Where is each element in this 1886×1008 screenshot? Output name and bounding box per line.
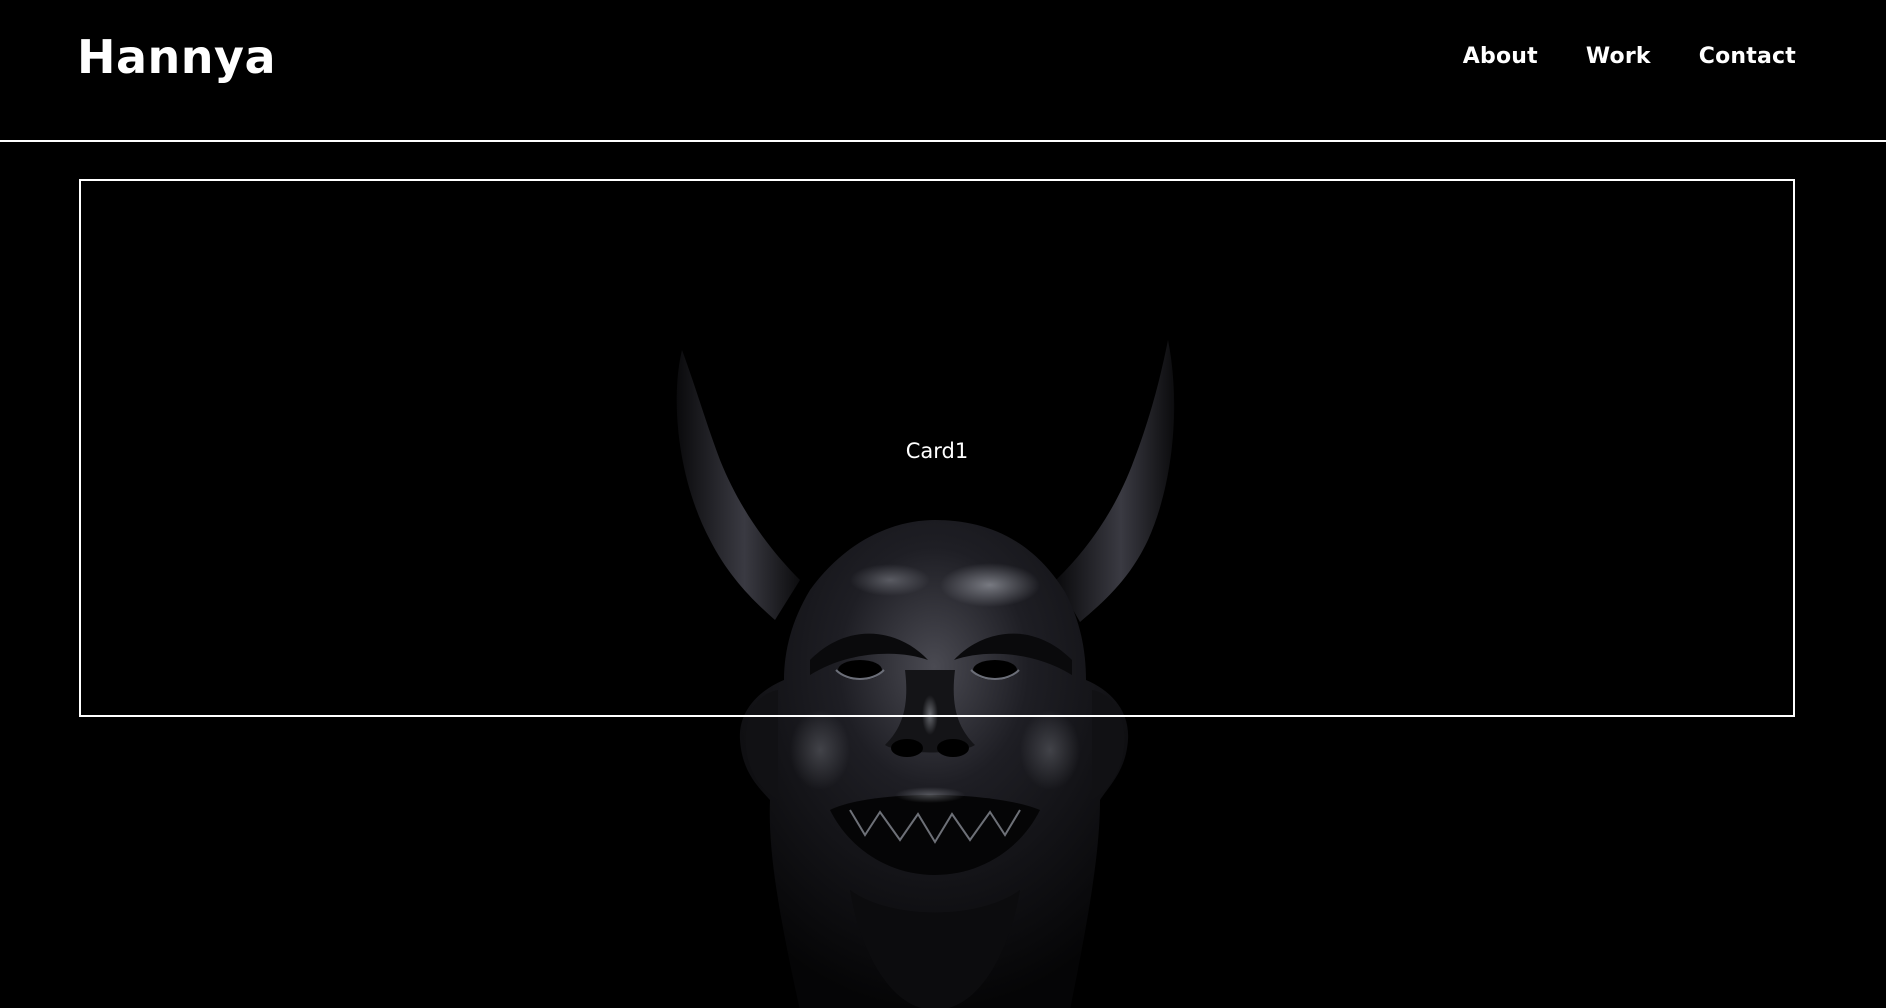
nav-link-about[interactable]: About	[1463, 44, 1538, 69]
card-label: Card1	[905, 439, 969, 463]
page: Hannya About Work Contact Card1	[0, 0, 1886, 1008]
site-header: Hannya About Work Contact	[0, 0, 1886, 142]
main-nav: About Work Contact	[1463, 44, 1796, 69]
brand-logo[interactable]: Hannya	[77, 30, 276, 84]
nav-link-contact[interactable]: Contact	[1699, 44, 1796, 69]
nav-link-work[interactable]: Work	[1586, 44, 1651, 69]
hero-card[interactable]: Card1	[79, 179, 1795, 717]
